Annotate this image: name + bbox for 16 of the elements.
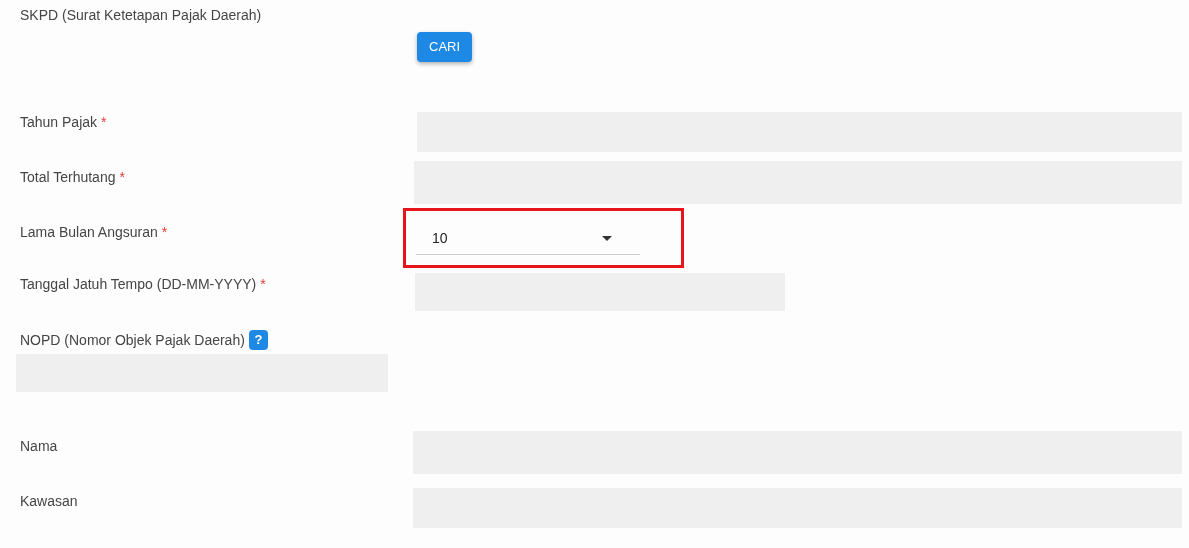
field-label: Tanggal Jatuh Tempo (DD-MM-YYYY) (20, 275, 257, 294)
field-label: Lama Bulan Angsuran (20, 223, 158, 242)
search-button[interactable]: CARI (417, 32, 473, 62)
required-mark: * (119, 168, 125, 187)
caret-icon (602, 235, 612, 241)
field-label: Kawasan (20, 492, 78, 511)
field-label: Total Terhutang (20, 168, 116, 187)
field-label: Tahun Pajak (20, 113, 98, 132)
required-mark: * (260, 275, 266, 294)
required-mark: * (161, 223, 168, 242)
field-label: SKPD (Surat Ketetapan Pajak Daerah) (20, 6, 262, 25)
select-field[interactable]: 10 (416, 222, 640, 255)
required-mark: * (101, 113, 107, 132)
help-icon[interactable]: ? (248, 330, 268, 350)
field-label: Nama (20, 437, 58, 456)
field-label: NOPD (Nomor Objek Pajak Daerah) (20, 331, 245, 350)
